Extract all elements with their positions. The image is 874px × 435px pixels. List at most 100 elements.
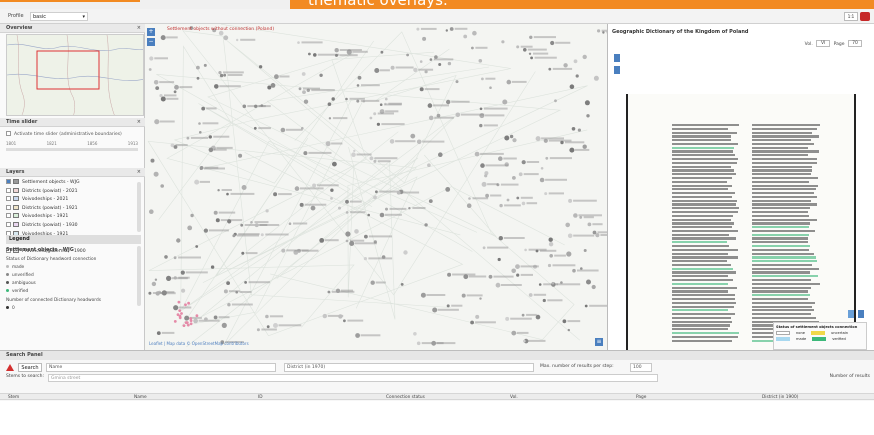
settlement-marker[interactable] [495,282,501,288]
settlement-marker[interactable] [258,65,263,69]
settlement-marker[interactable] [173,256,177,260]
settlement-marker[interactable] [408,207,411,210]
settlement-marker[interactable] [218,71,222,75]
settlement-marker[interactable] [232,234,236,238]
settlement-marker[interactable] [189,322,193,326]
zoom-out-button[interactable]: − [147,38,155,46]
column-header[interactable]: Name [134,395,147,400]
checkbox-icon[interactable] [6,213,11,219]
settlement-marker[interactable] [480,163,485,168]
volume-select[interactable]: VI [816,40,831,47]
collapse-icon[interactable]: × [137,24,141,33]
settlement-marker[interactable] [256,328,260,332]
settlement-marker[interactable] [319,73,323,77]
settlement-marker[interactable] [472,30,477,36]
settlement-marker[interactable] [160,35,166,41]
settlement-marker[interactable] [572,268,576,273]
settlement-marker[interactable] [481,181,487,187]
settlement-marker[interactable] [373,195,377,200]
column-header[interactable]: District (in 1900) [762,395,798,400]
page-input[interactable]: 70 [848,40,862,47]
search-button[interactable]: Search [18,363,42,372]
layer-item[interactable]: Districts (powiat) - 1921 [6,204,136,214]
settlement-marker[interactable] [474,151,480,157]
settlement-marker[interactable] [447,272,452,277]
settlement-marker[interactable] [241,251,245,255]
settlement-marker[interactable] [438,63,442,66]
settlement-marker[interactable] [150,158,155,163]
max-results-input[interactable]: 100 [630,363,652,372]
settlement-marker[interactable] [149,209,154,214]
settlement-marker[interactable] [550,40,555,46]
settlement-marker[interactable] [298,87,302,91]
settlement-marker[interactable] [148,291,152,295]
settlement-marker[interactable] [193,318,198,324]
settlement-marker[interactable] [204,317,208,322]
settlement-marker[interactable] [187,225,193,231]
settlement-marker[interactable] [597,29,601,33]
layer-item[interactable]: Voivodeships - 1921 [6,213,136,222]
settlement-marker[interactable] [208,147,214,153]
column-header[interactable]: Vol. [510,395,518,400]
results-table[interactable] [0,401,874,435]
dictionary-page-scan[interactable] [626,94,856,350]
settlement-marker[interactable] [548,242,554,247]
settlement-marker[interactable] [349,241,355,246]
settlement-marker[interactable] [185,321,188,325]
settlement-marker[interactable] [174,84,179,90]
settlement-marker[interactable] [446,304,450,308]
settlement-marker[interactable] [373,159,377,163]
settlement-marker[interactable] [548,237,553,242]
settlement-marker[interactable] [479,123,483,128]
settlement-marker[interactable] [424,70,428,74]
settlement-marker[interactable] [530,56,533,60]
settlement-marker[interactable] [539,177,545,183]
settlement-marker[interactable] [573,213,578,218]
legend-toggle-button[interactable] [848,310,854,318]
settlement-marker[interactable] [524,248,527,252]
settlement-marker[interactable] [505,316,510,321]
settlement-marker[interactable] [177,300,181,304]
settlement-marker[interactable] [416,139,422,145]
settlement-marker[interactable] [445,187,451,192]
settlement-marker[interactable] [312,183,317,188]
settlement-marker[interactable] [390,65,395,70]
settlement-marker[interactable] [313,53,317,57]
settlement-marker[interactable] [250,221,253,224]
settlement-marker[interactable] [213,315,218,320]
settlement-marker[interactable] [498,156,503,161]
settlement-marker[interactable] [481,77,484,81]
settlement-marker[interactable] [153,80,159,85]
settlement-marker[interactable] [363,257,367,261]
settlement-marker[interactable] [356,84,360,87]
settlement-marker[interactable] [297,41,300,44]
settlement-marker[interactable] [322,313,327,319]
settlement-marker[interactable] [253,126,257,130]
settlement-marker[interactable] [178,309,182,312]
settlement-marker[interactable] [203,228,208,233]
checkbox-icon[interactable] [6,196,11,202]
settlement-marker[interactable] [431,340,437,346]
settlement-marker[interactable] [338,206,341,210]
settlement-marker[interactable] [427,163,431,167]
settlement-marker[interactable] [582,144,587,149]
settlement-marker[interactable] [302,90,306,94]
layer-item[interactable]: Voivodeships - 2021 [6,196,136,205]
settlement-marker[interactable] [343,319,346,323]
settlement-marker[interactable] [294,186,300,191]
settlement-marker[interactable] [223,35,229,41]
settlement-marker[interactable] [184,303,187,307]
settlement-marker[interactable] [485,193,489,198]
settlement-marker[interactable] [518,172,523,177]
checkbox-icon[interactable] [6,221,11,227]
settlement-marker[interactable] [345,231,351,237]
settlement-marker[interactable] [416,27,420,31]
settlement-marker[interactable] [374,68,380,73]
settlement-marker[interactable] [208,135,212,139]
settlement-marker[interactable] [562,319,567,324]
settlement-marker[interactable] [196,65,200,70]
settlement-marker[interactable] [549,254,553,258]
checkbox-icon[interactable] [6,179,11,184]
settlement-marker[interactable] [367,213,370,217]
settlement-marker[interactable] [479,297,482,300]
